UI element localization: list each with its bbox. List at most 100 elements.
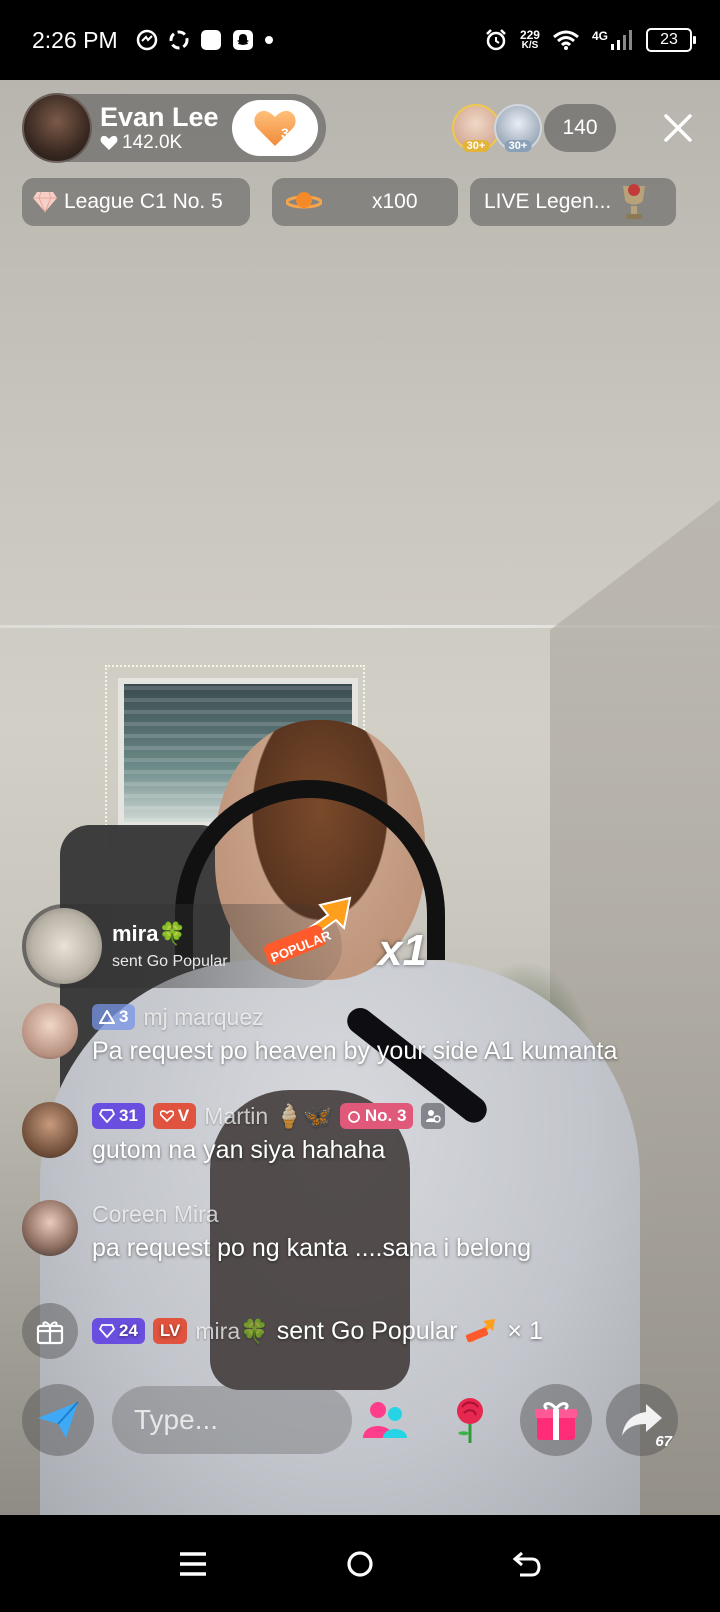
battery-level: 23 [660, 31, 678, 48]
heart-icon [100, 135, 118, 150]
host-avatar[interactable] [22, 93, 92, 163]
rank-value: No. 3 [364, 1106, 407, 1125]
gift-button[interactable] [520, 1384, 592, 1456]
popularity-multiplier: x100 [372, 190, 418, 213]
chat-message[interactable]: Coreen Mira pa request po ng kanta ....s… [22, 1200, 712, 1272]
viewer-rank-2: 30+ [504, 140, 532, 152]
triangle-badge-icon [99, 1010, 115, 1024]
system-nav-bar [0, 1515, 720, 1612]
viewer-rank-1: 30+ [462, 140, 490, 152]
status-bar: 2:26 PM 229 K/S 4G 23 [0, 0, 720, 80]
chat-username[interactable]: Martin 🍦🦋 [204, 1103, 332, 1130]
cellular-signal-icon [611, 30, 632, 50]
bottom-action-bar: Type... 67 [0, 1384, 720, 1464]
home-circle-icon[interactable] [345, 1549, 375, 1579]
chat-avatar[interactable] [22, 1003, 78, 1059]
network-type: 4G [591, 29, 608, 43]
fan-level: V [177, 1106, 190, 1125]
chat-message[interactable]: 31 V Martin 🍦🦋 No. 3 gutom na yan siya h… [22, 1102, 712, 1174]
heart-icon [159, 1110, 174, 1122]
fan-level: 3 [281, 125, 289, 141]
messenger-icon [136, 29, 157, 51]
chat-username[interactable]: Coreen Mira [92, 1201, 219, 1228]
top-viewer-avatar-2[interactable]: 30+ [494, 104, 542, 152]
level-value: 3 [119, 1007, 129, 1026]
top-viewer-avatar-1[interactable]: 30+ [452, 104, 500, 152]
network-speed-unit: K/S [521, 40, 539, 51]
host-name[interactable]: Evan Lee [100, 102, 219, 132]
level-badge: 24 [92, 1318, 145, 1344]
host-likes: 142.0K [100, 132, 219, 154]
friend-badge [421, 1103, 446, 1129]
chat-text: Pa request po heaven by your side A1 kum… [92, 1037, 618, 1065]
league-badge[interactable]: League C1 No. 5 [22, 178, 250, 226]
person-group-icon [426, 1110, 442, 1123]
chat-text: gutom na yan siya hahaha [92, 1136, 386, 1164]
fan-badge: LV [152, 1318, 188, 1344]
wifi-icon [553, 30, 579, 50]
chat-avatar[interactable] [22, 1102, 78, 1158]
fan-club-button[interactable]: 3 [232, 100, 318, 156]
fan-heart-icon: 3 [254, 110, 296, 146]
live-legend-badge[interactable]: LIVE Legen... [470, 178, 676, 226]
share-button[interactable]: 67 [606, 1384, 678, 1456]
close-icon[interactable] [658, 108, 698, 148]
planet-icon [286, 192, 322, 209]
rose-gift-button[interactable] [434, 1384, 506, 1456]
gift-sender-name[interactable]: mira🍀 [112, 921, 228, 947]
multi-guest-button[interactable] [350, 1384, 422, 1456]
snapchat-icon [232, 30, 253, 50]
gift-action-text: sent Go Popular [112, 953, 228, 970]
live-video[interactable] [0, 80, 720, 1515]
gift-combo-count: x1 [378, 926, 427, 975]
level-value: 24 [119, 1321, 138, 1340]
viewer-count[interactable]: 140 [544, 104, 616, 152]
app-square-icon [200, 30, 221, 50]
gift-history-button[interactable] [22, 1303, 78, 1359]
host-likes-count: 142.0K [122, 132, 183, 153]
level-value: 31 [119, 1106, 138, 1125]
comment-input[interactable]: Type... [112, 1386, 352, 1454]
alarm-rank-icon [347, 1111, 360, 1123]
host-card[interactable]: Evan Lee 142.0K 3 [22, 93, 326, 163]
league-label: League C1 No. 5 [64, 190, 223, 213]
send-direction-button[interactable] [22, 1384, 94, 1456]
network-speed: 229 K/S [520, 29, 540, 51]
share-count: 67 [655, 1433, 672, 1450]
live-legend-label: LIVE Legen... [484, 190, 612, 213]
more-notifications-dot-icon [264, 36, 273, 44]
back-icon[interactable] [512, 1550, 542, 1578]
chat-avatar[interactable] [22, 1200, 78, 1256]
multi-guest-icon [363, 1402, 407, 1438]
go-popular-gift-icon: POPULAR [263, 896, 352, 965]
level-badge: 31 [92, 1103, 145, 1129]
go-popular-gift-icon [466, 1319, 496, 1343]
chat-text: pa request po ng kanta ....sana i belong [92, 1234, 532, 1262]
paper-plane-icon [38, 1401, 79, 1438]
chat-message[interactable]: 3 mj marquez Pa request po heaven by you… [22, 1003, 712, 1075]
alarm-icon [486, 29, 506, 51]
gift-icon [535, 1402, 577, 1440]
rank-badge: No. 3 [339, 1103, 414, 1129]
gift-message-count: × 1 [507, 1316, 543, 1345]
fan-badge-label: LV [159, 1321, 181, 1340]
gift-sender-name[interactable]: mira🍀 [195, 1318, 268, 1345]
gift-message-text: sent Go Popular [276, 1316, 458, 1345]
level-badge: 3 [92, 1004, 136, 1030]
rose-icon [457, 1398, 483, 1443]
top-viewers[interactable]: 30+ 30+ 140 [452, 104, 616, 152]
gift-message[interactable]: 24 LV mira🍀 sent Go Popular × 1 [22, 1303, 543, 1359]
trophy-icon [623, 184, 646, 219]
sync-icon [169, 30, 189, 50]
clock: 2:26 PM [32, 26, 118, 53]
popularity-badge[interactable]: x100 [272, 178, 458, 226]
menu-icon[interactable] [178, 1550, 208, 1578]
gift-sender-avatar[interactable] [26, 908, 102, 984]
diamond-icon [99, 1324, 115, 1338]
comment-placeholder: Type... [134, 1404, 219, 1435]
diamond-icon [33, 191, 57, 213]
fan-badge: V [152, 1103, 197, 1129]
gift-notification[interactable]: mira🍀 sent Go Popular POPULAR [22, 896, 352, 988]
chat-username[interactable]: mj marquez [143, 1004, 263, 1031]
diamond-icon [99, 1109, 115, 1123]
